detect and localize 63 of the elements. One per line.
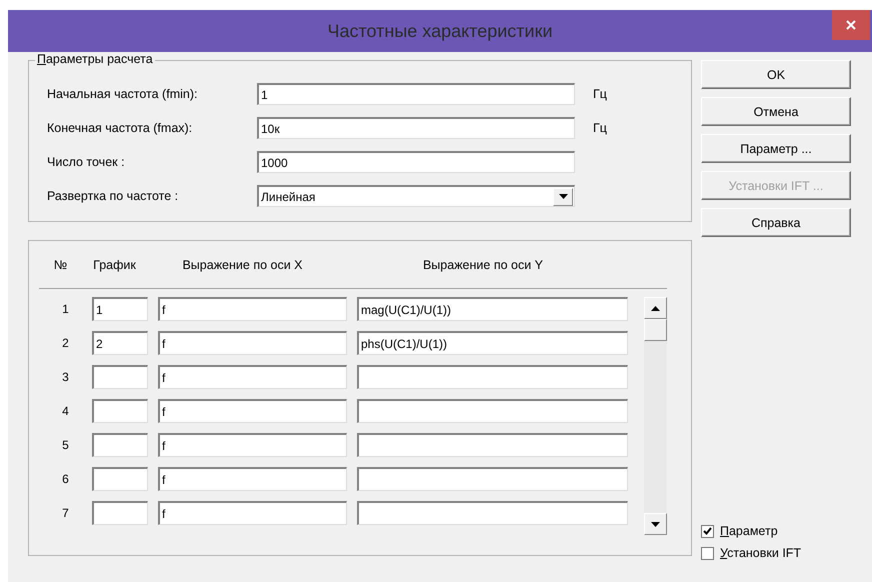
- column-header: Выражение по оси Y: [422, 258, 544, 272]
- input-field[interactable]: f: [158, 297, 347, 321]
- input-field[interactable]: 1000: [257, 151, 575, 173]
- input-field[interactable]: [92, 365, 148, 389]
- column-header: График: [92, 258, 137, 272]
- input-field[interactable]: [92, 467, 148, 491]
- row-number: 7: [61, 506, 70, 520]
- input-field[interactable]: 1: [257, 83, 575, 105]
- row-number: 3: [61, 370, 70, 384]
- down-arrow-icon: [558, 194, 568, 199]
- input-field[interactable]: 1: [92, 297, 148, 321]
- input-field[interactable]: [357, 467, 628, 491]
- row-number: 2: [61, 336, 70, 350]
- input-field[interactable]: 2: [92, 331, 148, 355]
- input-field[interactable]: [357, 501, 628, 525]
- input-field[interactable]: [357, 365, 628, 389]
- scroll-down-button[interactable]: [644, 513, 667, 535]
- input-field[interactable]: 10к: [257, 117, 575, 139]
- up-arrow-icon: [651, 306, 660, 310]
- column-header: №: [52, 258, 68, 272]
- scroll-up-button[interactable]: [644, 297, 667, 319]
- window-title: Частотные характеристики: [327, 20, 553, 42]
- input-field[interactable]: phs(U(C1)/U(1)): [357, 331, 628, 355]
- checkbox[interactable]: [701, 546, 714, 560]
- scroll-thumb[interactable]: [644, 319, 667, 341]
- dialog-button[interactable]: OK: [701, 60, 851, 89]
- dialog-button[interactable]: Параметр ...: [701, 134, 851, 163]
- close-icon: [846, 20, 856, 30]
- checkbox-label: Параметр: [720, 524, 778, 538]
- input-field[interactable]: f: [158, 399, 347, 423]
- column-header: Выражение по оси X: [181, 258, 304, 272]
- input-field[interactable]: [92, 433, 148, 457]
- input-field[interactable]: [92, 399, 148, 423]
- dialog-button[interactable]: Справка: [701, 208, 851, 237]
- unit-label: Гц: [593, 121, 607, 135]
- close-button[interactable]: [832, 10, 870, 40]
- scrollbar[interactable]: [644, 297, 667, 535]
- row-number: 6: [61, 472, 70, 486]
- input-field[interactable]: f: [158, 467, 347, 491]
- dropdown-button[interactable]: [553, 188, 573, 206]
- input-field[interactable]: f: [158, 501, 347, 525]
- field-label: Начальная частота (fmin):: [47, 87, 198, 101]
- field-label: Развертка по частоте :: [47, 189, 180, 203]
- row-number: 1: [61, 302, 70, 316]
- input-field[interactable]: f: [158, 365, 347, 389]
- checkbox-label: Установки IFT: [720, 546, 802, 560]
- check-icon: [703, 527, 712, 535]
- dropdown[interactable]: Линейная: [257, 185, 575, 207]
- field-label: Конечная частота (fmax):: [47, 121, 194, 135]
- down-arrow-icon: [651, 522, 660, 526]
- checkbox[interactable]: [701, 524, 714, 538]
- input-field[interactable]: [357, 433, 628, 457]
- row-number: 5: [61, 438, 70, 452]
- input-field[interactable]: [92, 501, 148, 525]
- group-title: Параметры расчета: [35, 52, 155, 66]
- dialog-button[interactable]: Отмена: [701, 97, 851, 126]
- row-number: 4: [61, 404, 70, 418]
- input-field[interactable]: [357, 399, 628, 423]
- field-label: Число точек :: [47, 155, 126, 169]
- input-field[interactable]: f: [158, 331, 347, 355]
- input-field[interactable]: mag(U(C1)/U(1)): [357, 297, 628, 321]
- unit-label: Гц: [593, 87, 607, 101]
- input-field[interactable]: f: [158, 433, 347, 457]
